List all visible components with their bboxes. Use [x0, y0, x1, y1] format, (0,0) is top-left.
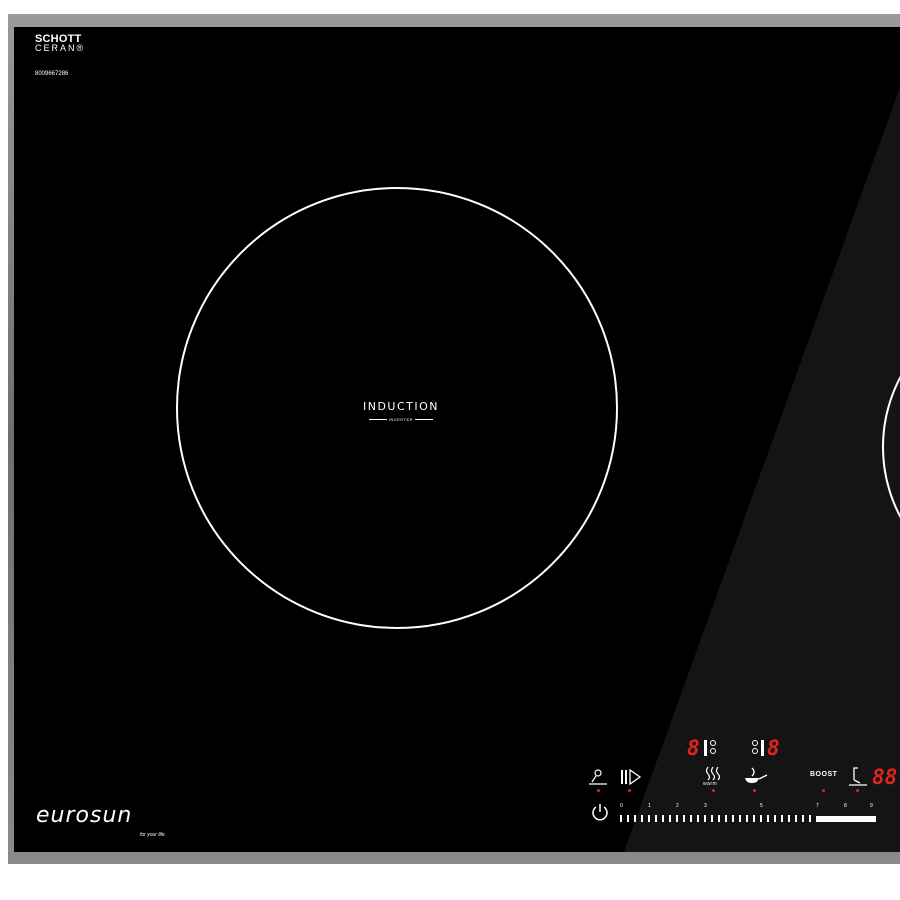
- ceramic-glass-surface: SCHOTT CERAN® 8009667286 INDUCTION INVER…: [14, 27, 900, 852]
- boost-indicator: [822, 789, 825, 792]
- slider-tick: [711, 815, 713, 822]
- timer-icon[interactable]: [848, 767, 868, 787]
- slider-tick: [760, 815, 762, 822]
- timer-indicator: [856, 789, 859, 792]
- slider-label: 8: [844, 803, 847, 809]
- eurosun-logo: eurosun: [36, 803, 133, 828]
- ceran-brand: CERAN®: [35, 43, 86, 53]
- slider-label: 5: [760, 803, 763, 809]
- power-level-slider[interactable]: 0 1 2 3 5 7 8 9: [620, 803, 886, 823]
- slider-tick: [704, 815, 706, 822]
- slider-tick: [788, 815, 790, 822]
- lock-indicator: [597, 789, 600, 792]
- frying-pan-icon[interactable]: [742, 767, 768, 787]
- pause-indicator: [628, 789, 631, 792]
- slider-tick: [697, 815, 699, 822]
- slider-tick: [718, 815, 720, 822]
- serial-number: 8009667286: [35, 71, 69, 77]
- slider-tick: [655, 815, 657, 822]
- lock-key-icon[interactable]: [588, 768, 608, 788]
- slider-tick: [809, 815, 811, 822]
- slider-tick: [627, 815, 629, 822]
- slider-tick: [641, 815, 643, 822]
- slider-label: 0: [620, 803, 623, 809]
- slider-tick: [669, 815, 671, 822]
- slider-label: 3: [704, 803, 707, 809]
- inverter-label: INVERTER: [360, 417, 442, 422]
- slider-label: 7: [816, 803, 819, 809]
- warm-label: warm: [703, 781, 718, 787]
- slider-tick: [634, 815, 636, 822]
- slider-tick: [620, 815, 622, 822]
- power-icon[interactable]: [591, 803, 609, 821]
- boost-button[interactable]: BOOST: [810, 771, 837, 778]
- warm-indicator: [712, 789, 715, 792]
- slider-tick: [725, 815, 727, 822]
- keep-warm-icon[interactable]: [704, 765, 722, 781]
- pan-indicator: [753, 789, 756, 792]
- slider-tick: [662, 815, 664, 822]
- slider-tick: [774, 815, 776, 822]
- slider-tick: [648, 815, 650, 822]
- slider-tick: [732, 815, 734, 822]
- slider-tick: [676, 815, 678, 822]
- induction-label: INDUCTION: [362, 400, 440, 413]
- slider-label: 9: [870, 803, 873, 809]
- slider-label: 2: [676, 803, 679, 809]
- zone-selector-right-icon[interactable]: [751, 739, 765, 757]
- timer-display: 88: [872, 765, 898, 789]
- zone-selector-left-icon[interactable]: [704, 739, 718, 757]
- slider-tick: [753, 815, 755, 822]
- pause-play-icon[interactable]: [620, 768, 642, 786]
- slider-tick: [739, 815, 741, 822]
- slider-tick: [746, 815, 748, 822]
- slider-tick: [767, 815, 769, 822]
- slider-bar: [816, 816, 876, 822]
- slider-tick: [683, 815, 685, 822]
- slider-tick: [781, 815, 783, 822]
- slider-tick: [802, 815, 804, 822]
- slider-tick: [795, 815, 797, 822]
- zone-display-right: 8: [767, 736, 780, 760]
- slider-tick: [690, 815, 692, 822]
- zone-display-left: 8: [687, 736, 700, 760]
- slider-label: 1: [648, 803, 651, 809]
- logo-tagline: for your life: [140, 832, 165, 838]
